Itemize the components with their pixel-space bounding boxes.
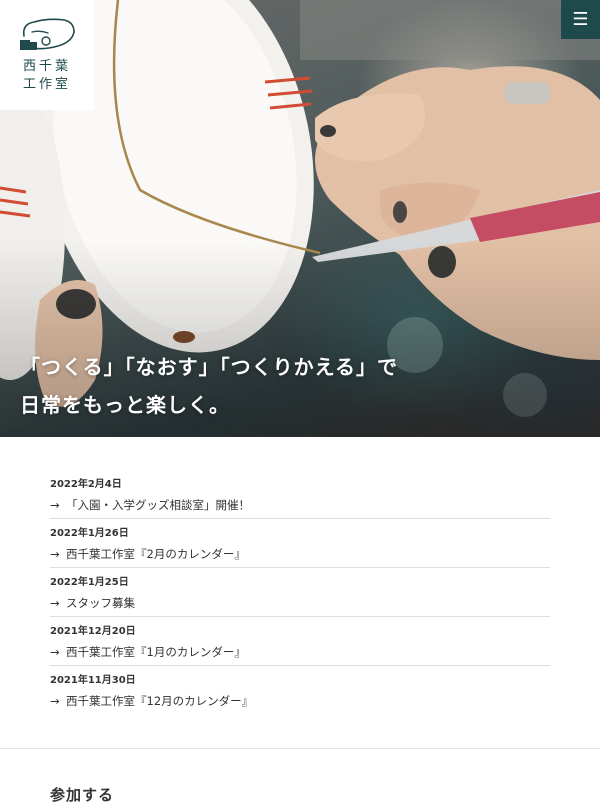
logo-text-line1: 西千葉 <box>22 59 71 74</box>
news-link[interactable]: → 西千葉工作室『12月のカレンダー』 <box>50 693 550 709</box>
news-link[interactable]: → 西千葉工作室『2月のカレンダー』 <box>50 546 550 562</box>
news-date: 2021年11月30日 <box>50 675 136 686</box>
news-item: 2021年11月30日 → 西千葉工作室『12月のカレンダー』 <box>50 666 550 715</box>
news-date: 2022年1月25日 <box>50 577 129 588</box>
news-title: スタッフ募集 <box>66 596 135 610</box>
news-date: 2022年1月26日 <box>50 528 129 539</box>
news-title: 「入園・入学グッズ相談室」開催！ <box>66 498 250 512</box>
news-link[interactable]: → 「入園・入学グッズ相談室」開催！ <box>50 497 550 513</box>
hero-headline: 「つくる」「なおす」「つくりかえる」で 日常をもっと楽しく。 <box>20 348 398 424</box>
news-list: 2022年2月4日 → 「入園・入学グッズ相談室」開催！ 2022年1月26日 →… <box>50 470 550 715</box>
news-link[interactable]: → 西千葉工作室『1月のカレンダー』 <box>50 644 550 660</box>
news-title: 西千葉工作室『1月のカレンダー』 <box>66 645 246 659</box>
menu-button[interactable]: ☰ <box>561 0 600 39</box>
news-link[interactable]: → スタッフ募集 <box>50 595 550 611</box>
section-heading: 参加する <box>50 786 115 804</box>
logo-text-line2: 工作室 <box>22 77 71 92</box>
hand-box-icon <box>20 18 75 50</box>
news-item: 2022年2月4日 → 「入園・入学グッズ相談室」開催！ <box>50 470 550 519</box>
news-item: 2022年1月25日 → スタッフ募集 <box>50 568 550 617</box>
arrow-right-icon: → <box>50 498 60 512</box>
news-title: 西千葉工作室『2月のカレンダー』 <box>66 547 246 561</box>
arrow-right-icon: → <box>50 596 60 610</box>
hero-headline-line2: 日常をもっと楽しく。 <box>20 393 230 417</box>
news-date: 2022年2月4日 <box>50 479 122 490</box>
arrow-right-icon: → <box>50 694 60 708</box>
section-divider <box>0 748 600 749</box>
hero-headline-line1: 「つくる」「なおす」「つくりかえる」で <box>20 355 398 379</box>
site-logo[interactable]: 西千葉 工作室 <box>0 0 94 110</box>
news-item: 2021年12月20日 → 西千葉工作室『1月のカレンダー』 <box>50 617 550 666</box>
hamburger-icon: ☰ <box>572 9 589 30</box>
arrow-right-icon: → <box>50 547 60 561</box>
arrow-right-icon: → <box>50 645 60 659</box>
news-date: 2021年12月20日 <box>50 626 136 637</box>
news-title: 西千葉工作室『12月のカレンダー』 <box>66 694 254 708</box>
news-item: 2022年1月26日 → 西千葉工作室『2月のカレンダー』 <box>50 519 550 568</box>
